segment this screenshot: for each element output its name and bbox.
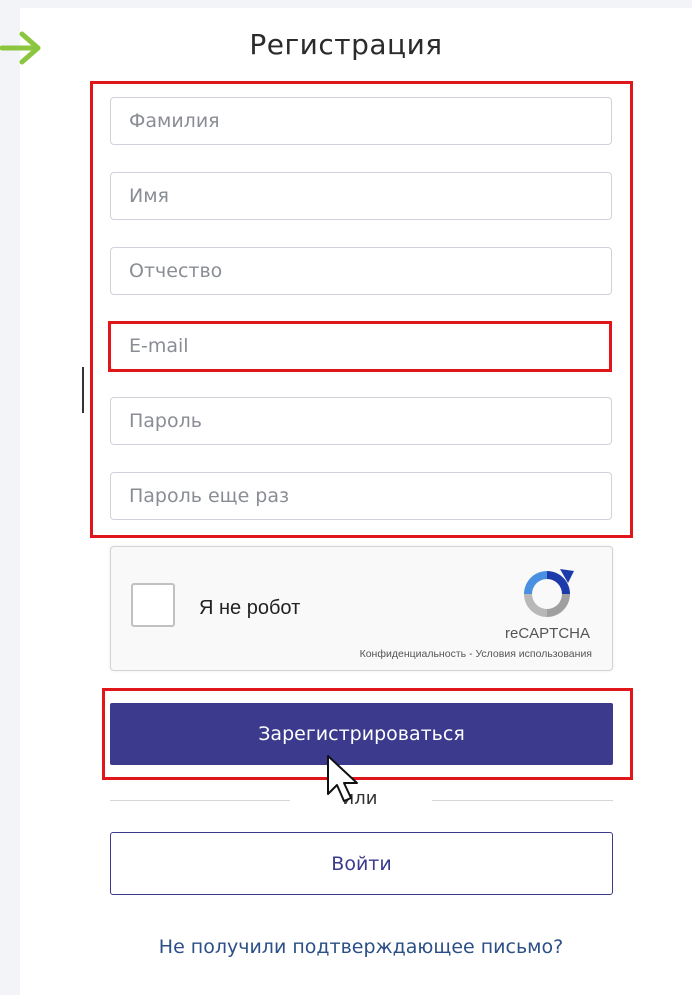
recaptcha-label: Я не робот: [199, 597, 301, 619]
middle-name-input[interactable]: [111, 248, 611, 294]
login-button[interactable]: Войти: [110, 832, 613, 895]
email-field[interactable]: [110, 322, 612, 370]
last-name-input[interactable]: [111, 98, 611, 144]
recaptcha-checkbox[interactable]: [131, 583, 175, 627]
terms-link[interactable]: Условия использования: [475, 648, 592, 660]
email-input[interactable]: [111, 323, 611, 369]
page-title: Регистрация: [249, 28, 443, 61]
recaptcha-links: Конфиденциальность - Условия использован…: [360, 648, 592, 660]
recaptcha-brand: reCAPTCHA: [504, 625, 590, 642]
mouse-pointer-icon: [327, 755, 358, 802]
text-cursor: [82, 367, 84, 413]
first-name-input[interactable]: [111, 173, 611, 219]
resend-confirmation-link[interactable]: Не получили подтверждающее письмо?: [0, 936, 692, 958]
password-field[interactable]: [110, 397, 612, 445]
middle-name-field[interactable]: [110, 247, 612, 295]
last-name-field[interactable]: [110, 97, 612, 145]
privacy-link[interactable]: Конфиденциальность: [360, 648, 467, 660]
first-name-field[interactable]: [110, 172, 612, 220]
recaptcha-icon: [524, 569, 574, 617]
password-confirm-input[interactable]: [111, 473, 611, 519]
password-confirm-field[interactable]: [110, 472, 612, 520]
divider-left: [110, 800, 290, 801]
recaptcha-widget: Я не робот reCAPTCHA Конфиденциальность …: [110, 546, 613, 671]
password-input[interactable]: [111, 398, 611, 444]
divider-right: [432, 800, 613, 801]
